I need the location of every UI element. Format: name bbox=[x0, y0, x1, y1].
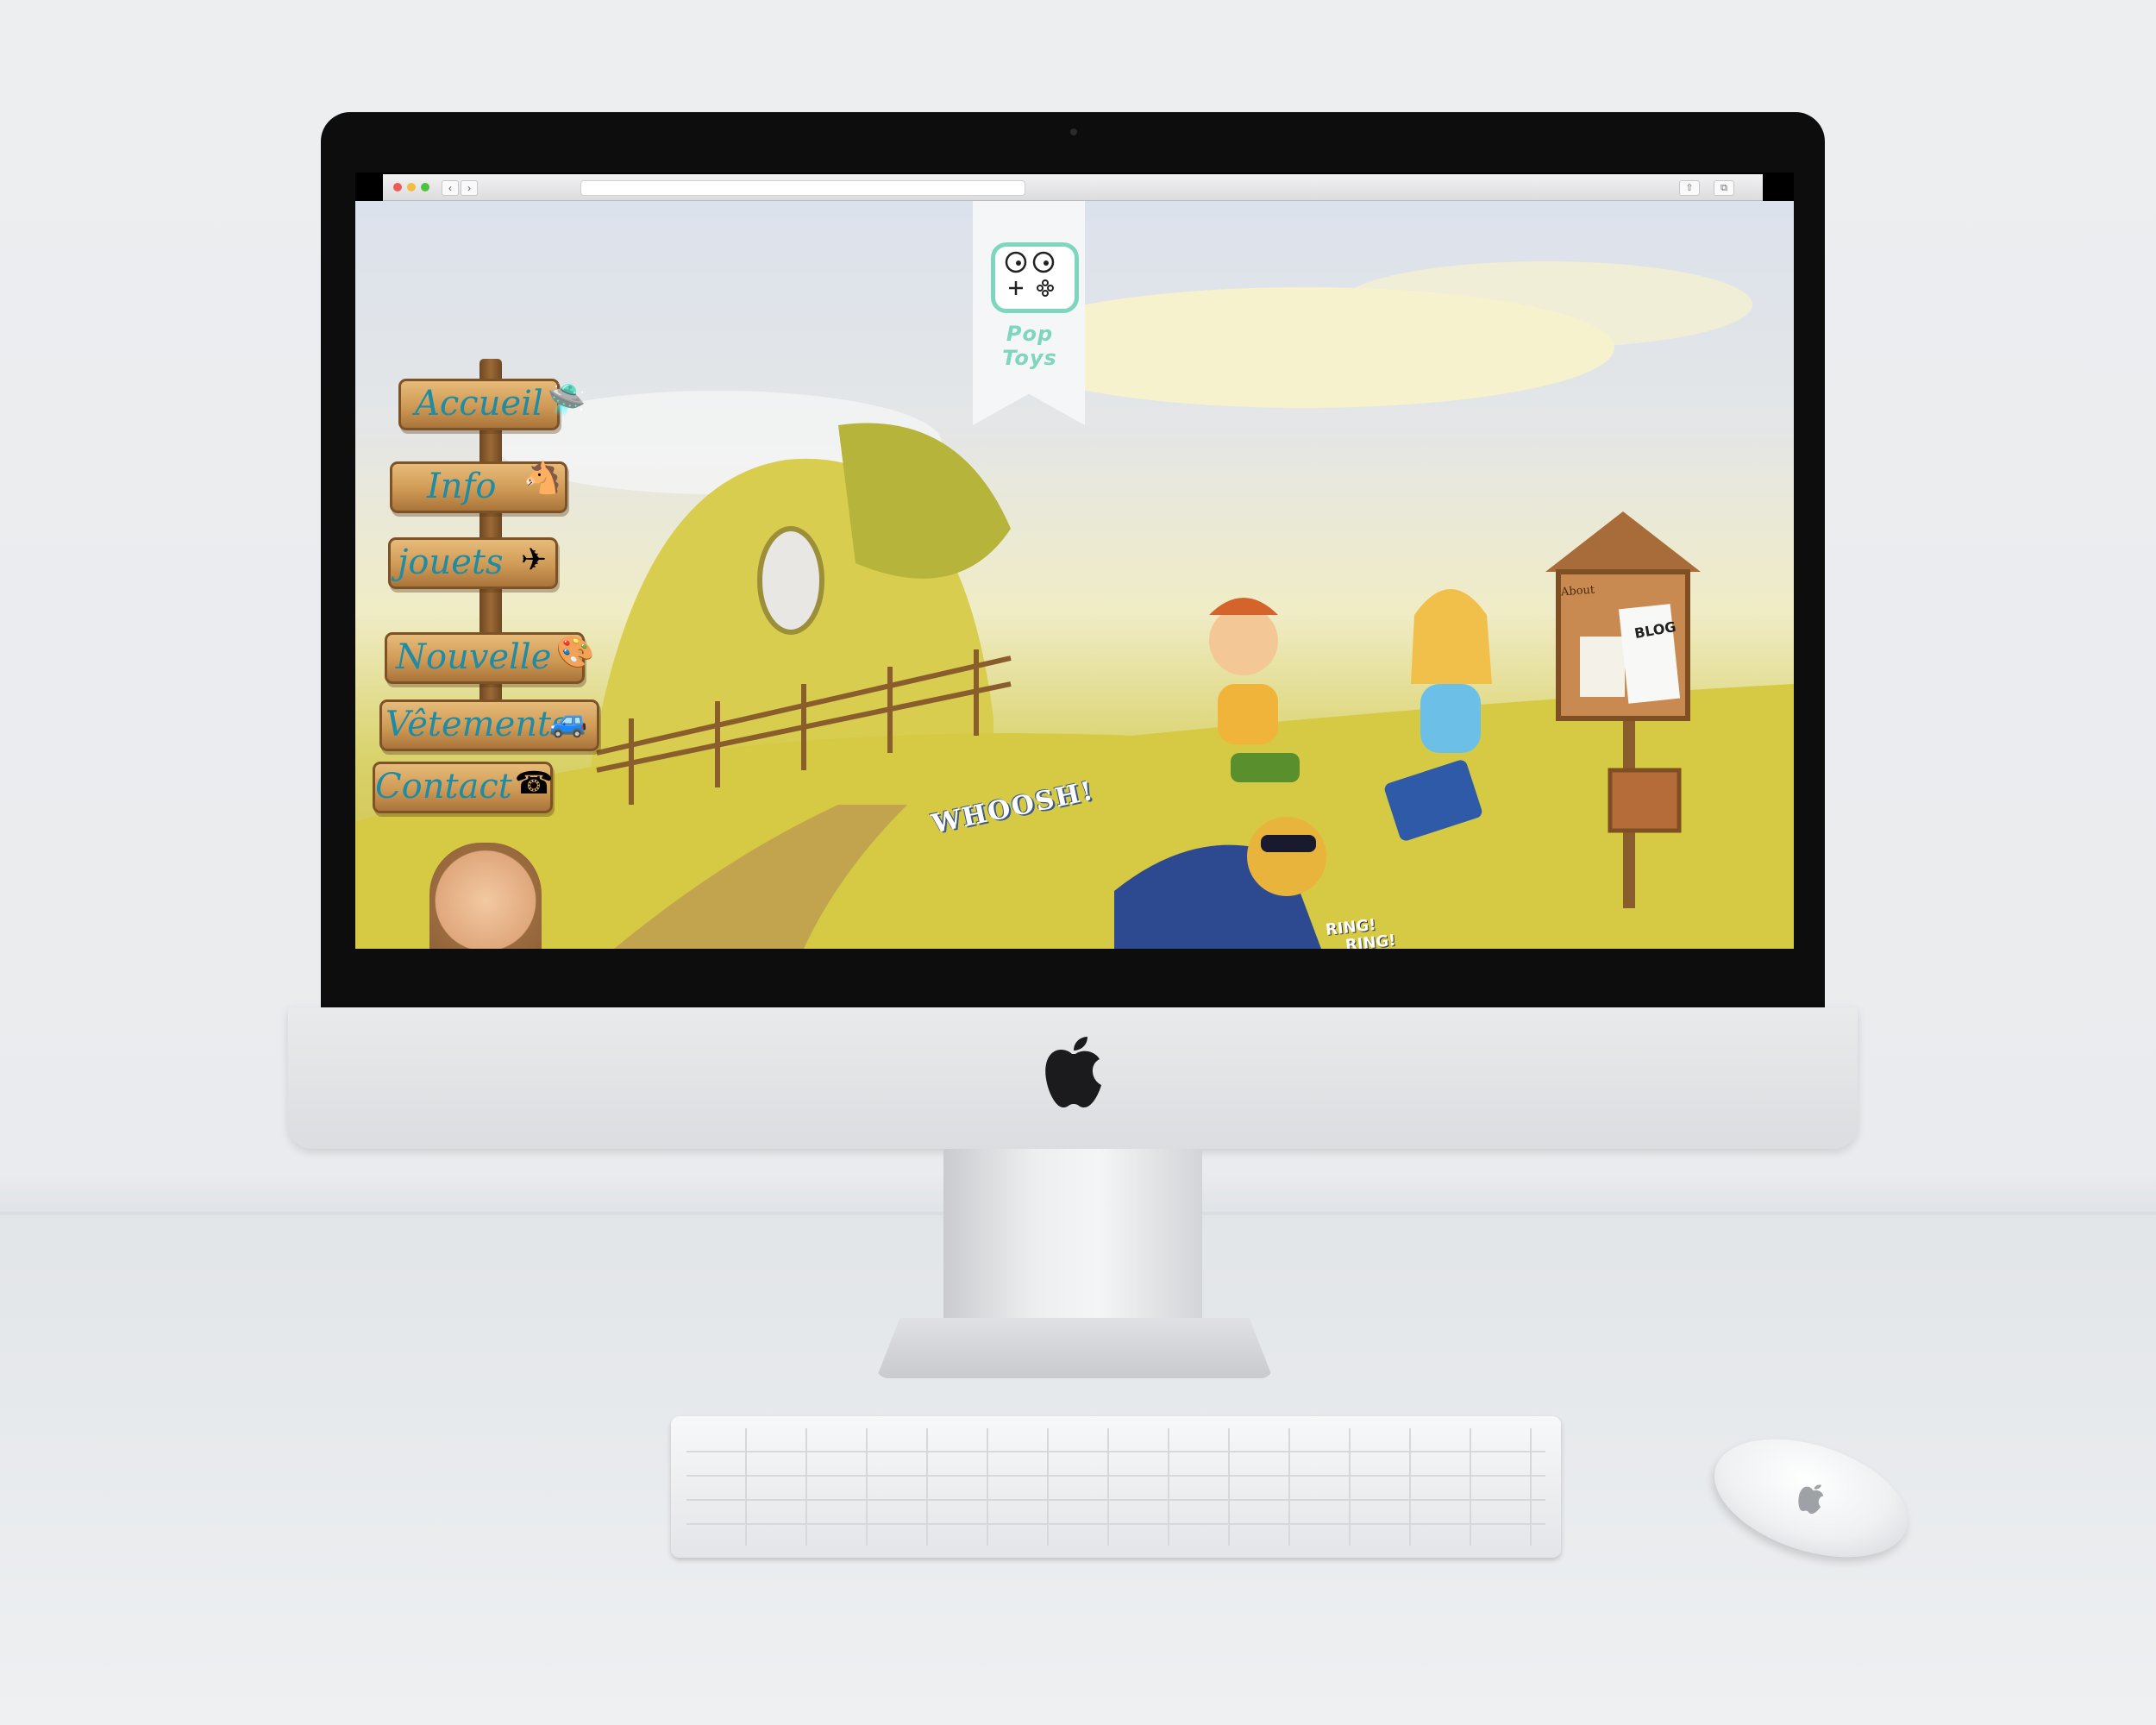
toy-ufo-icon: 🛸 bbox=[547, 382, 586, 417]
imac-stand-foot bbox=[876, 1318, 1273, 1378]
imac-stand bbox=[943, 1149, 1202, 1321]
keyboard-keys bbox=[686, 1428, 1545, 1546]
child-photo bbox=[429, 843, 542, 949]
paint-palette-icon: 🎨 bbox=[555, 634, 595, 669]
keyboard bbox=[671, 1416, 1561, 1558]
toy-plane-icon: ✈ bbox=[520, 542, 548, 577]
tabs-button[interactable]: ⧉ bbox=[1714, 180, 1734, 196]
mouse bbox=[1699, 1417, 1923, 1579]
browser-toolbar: ‹ › ⇧ ⧉ bbox=[383, 174, 1763, 201]
minimize-window-button[interactable] bbox=[407, 183, 416, 191]
maximize-window-button[interactable] bbox=[421, 183, 429, 191]
about-link[interactable]: About bbox=[1561, 584, 1595, 599]
share-button[interactable]: ⇧ bbox=[1679, 180, 1700, 196]
camera-icon bbox=[1070, 129, 1077, 135]
nav-accueil[interactable]: Accueil bbox=[398, 379, 560, 430]
forward-button[interactable]: › bbox=[461, 180, 478, 196]
back-button[interactable]: ‹ bbox=[442, 180, 459, 196]
gamepad-face-icon bbox=[991, 242, 1079, 313]
logo-wordmark: Pop Toys bbox=[1002, 322, 1057, 370]
logo-banner[interactable] bbox=[973, 201, 1085, 425]
toy-phone-icon: ☎ bbox=[514, 765, 554, 800]
imac-screen: ‹ › ⇧ ⧉ Accueil 🛸 Info 🐴 jouets ✈ Nouvel… bbox=[355, 172, 1794, 949]
rocking-horse-icon: 🐴 bbox=[523, 460, 562, 495]
website-viewport: Accueil 🛸 Info 🐴 jouets ✈ Nouvelle 🎨 Vêt… bbox=[355, 201, 1794, 949]
toy-car-icon: 🚙 bbox=[548, 703, 588, 738]
apple-logo-icon bbox=[1045, 1037, 1101, 1107]
apple-logo-icon bbox=[1798, 1484, 1824, 1515]
close-window-button[interactable] bbox=[393, 183, 402, 191]
address-bar[interactable] bbox=[580, 180, 1025, 196]
